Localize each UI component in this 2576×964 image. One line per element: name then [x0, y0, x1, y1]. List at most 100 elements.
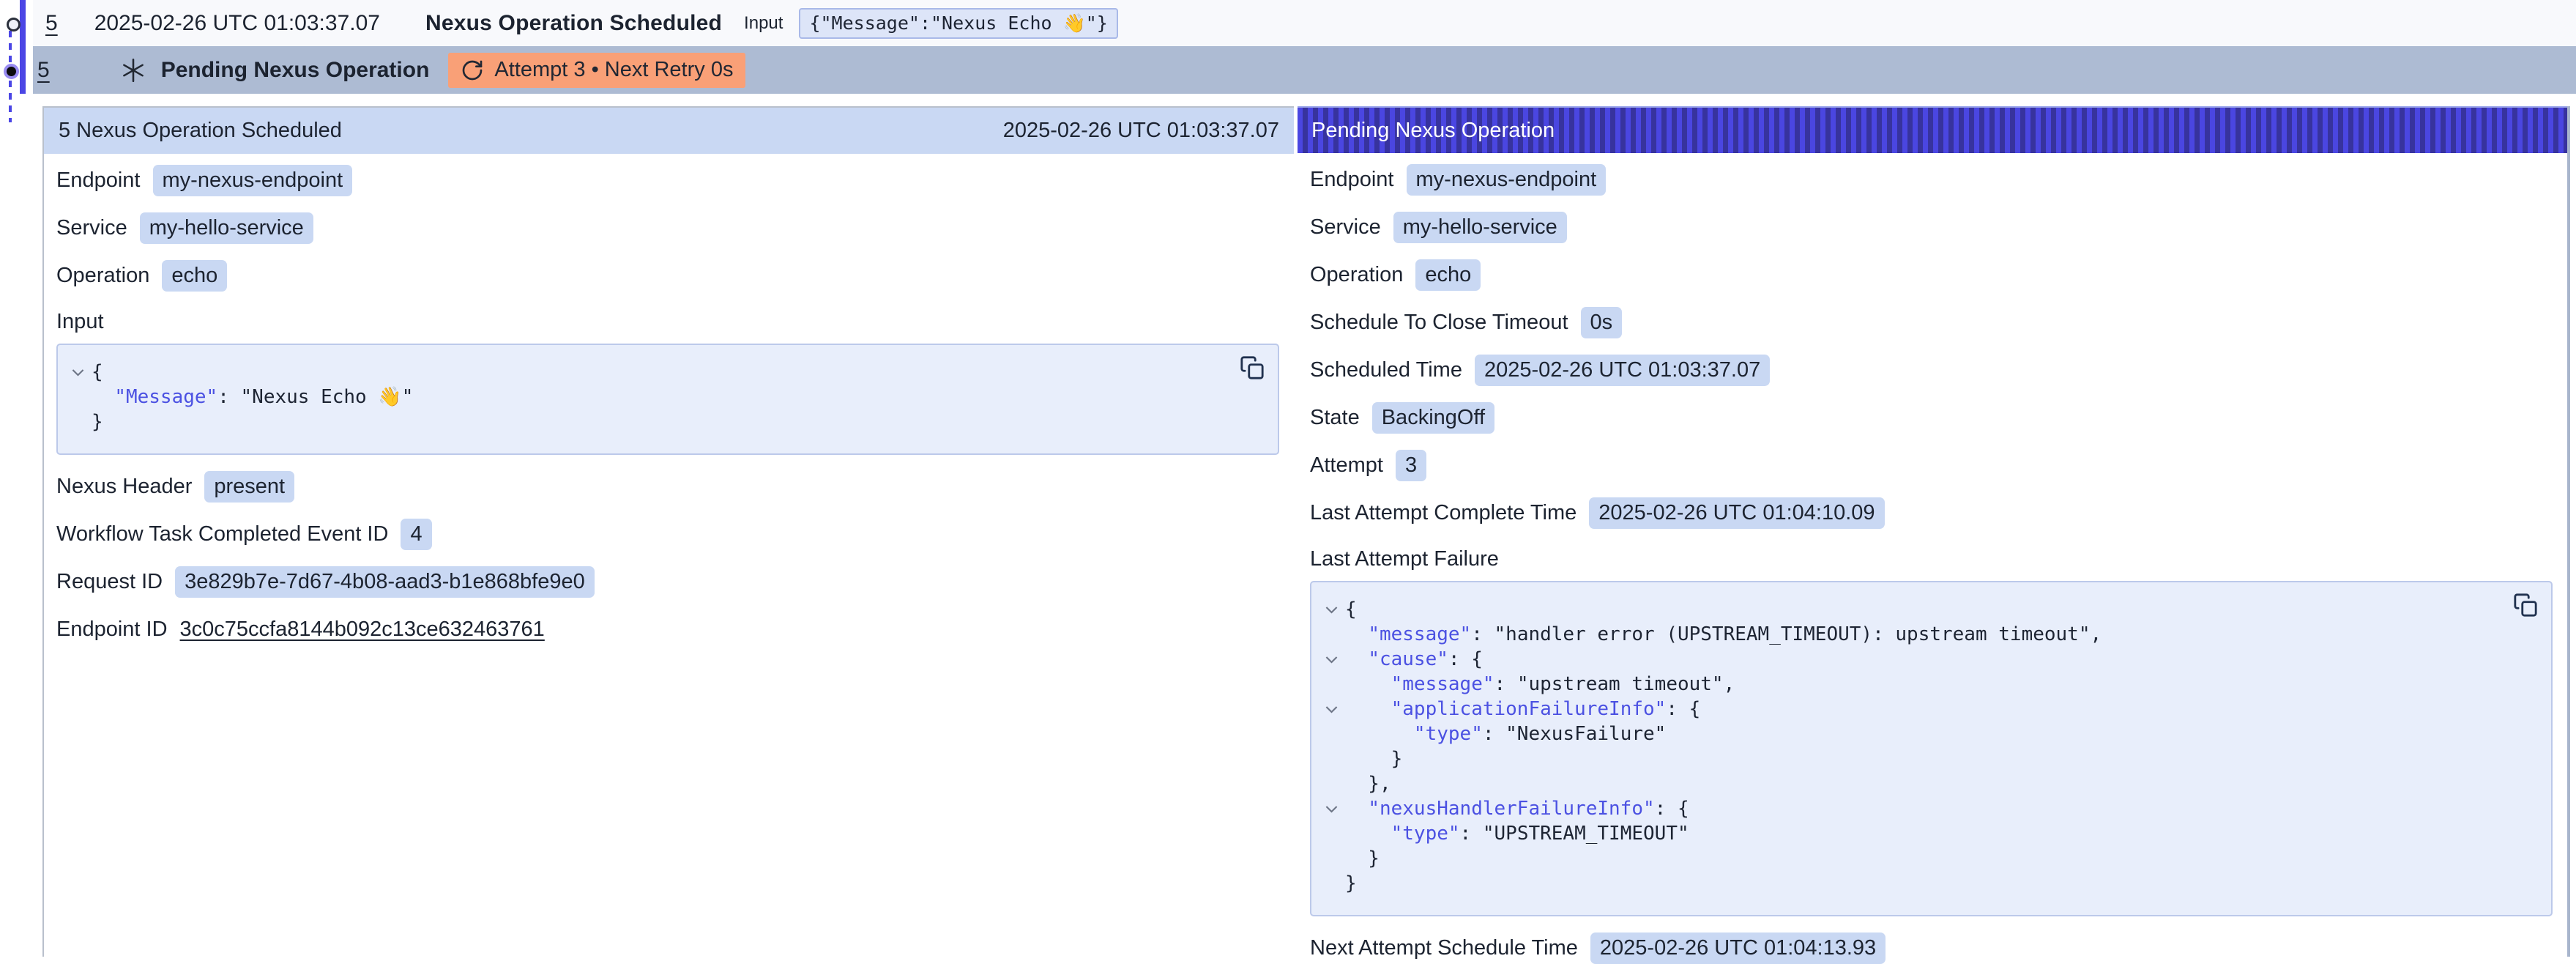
field-label: Nexus Header — [56, 475, 192, 499]
code-text: "type": "UPSTREAM_TIMEOUT" — [1345, 821, 1689, 846]
input-json-block: { "Message": "Nexus Echo 👋"} — [56, 344, 1279, 455]
event-detail-body: Endpoint my-nexus-endpoint Service my-hello… — [44, 164, 1294, 645]
event-marker-filled-circle-icon[interactable] — [4, 64, 19, 79]
copy-icon[interactable] — [1240, 355, 1265, 380]
chevron-down-icon[interactable] — [1317, 656, 1345, 664]
code-text: "message": "handler error (UPSTREAM_TIME… — [1345, 622, 2102, 647]
field-value-badge: 2025-02-26 UTC 01:04:13.93 — [1590, 933, 1886, 964]
field-value-badge: 4 — [401, 519, 431, 550]
retry-icon — [461, 59, 484, 82]
detail-row: Endpoint my-nexus-endpoint — [56, 164, 1279, 196]
field-value-badge: echo — [1415, 259, 1481, 291]
field-value-badge: 3 — [1396, 450, 1426, 481]
code-text: { — [1345, 597, 1357, 622]
detail-row: Last Attempt Failure — [1310, 544, 2553, 574]
field-value-badge: 2025-02-26 UTC 01:03:37.07 — [1475, 355, 1770, 386]
detail-row: Next Attempt Schedule Time2025-02-26 UTC… — [1310, 932, 2553, 964]
pending-operation-body: Endpoint my-nexus-endpoint Servicemy-hello… — [1298, 163, 2567, 964]
code-text: } — [92, 409, 103, 434]
pending-operation-detail-panel: Pending Nexus Operation Endpoint my-nexus… — [1298, 106, 2570, 957]
field-value-badge: 0s — [1581, 307, 1623, 338]
code-line: } — [1317, 846, 2500, 871]
code-text: } — [1345, 746, 1402, 771]
detail-row: Operation echo — [1310, 259, 2553, 291]
detail-row: Service my-hello-service — [56, 212, 1279, 244]
field-label: Schedule To Close Timeout — [1310, 311, 1568, 335]
retry-status-badge: Attempt 3 • Next Retry 0s — [448, 53, 745, 88]
detail-row: Request ID3e829b7e-7d67-4b08-aad3-b1e868… — [56, 566, 1279, 598]
event-detail-title: 5 Nexus Operation Scheduled — [59, 119, 342, 143]
field-label: Operation — [56, 264, 149, 288]
code-text: "type": "NexusFailure" — [1345, 722, 1666, 746]
input-label: Input — [744, 13, 783, 34]
event-id-link[interactable]: 5 — [45, 11, 58, 36]
detail-row: Operation echo — [56, 259, 1279, 292]
pending-nexus-operation-row[interactable]: 5 Pending Nexus Operation Attempt 3 • Ne… — [33, 46, 2576, 94]
field-label: Endpoint — [1310, 168, 1394, 192]
code-line: "type": "NexusFailure" — [1317, 722, 2500, 746]
code-text: "applicationFailureInfo": { — [1345, 697, 1700, 722]
code-text: { — [92, 360, 103, 385]
copy-icon[interactable] — [2513, 593, 2538, 618]
detail-row: Scheduled Time 2025-02-26 UTC 01:03:37.07 — [1310, 354, 2553, 386]
field-value-badge: my-hello-service — [140, 212, 313, 244]
detail-row: Endpoint my-nexus-endpoint — [1310, 163, 2553, 196]
event-detail-panel: 5 Nexus Operation Scheduled 2025-02-26 U… — [42, 106, 1294, 957]
code-line: "type": "UPSTREAM_TIMEOUT" — [1317, 821, 2500, 846]
code-line: "applicationFailureInfo": { — [1317, 697, 2500, 722]
field-label: Scheduled Time — [1310, 358, 1462, 382]
field-label: Input — [56, 310, 104, 334]
code-text: "cause": { — [1345, 647, 1483, 672]
detail-row: Endpoint ID3c0c75ccfa8144b092c13ce632463… — [56, 613, 1279, 645]
event-detail-header: 5 Nexus Operation Scheduled 2025-02-26 U… — [44, 106, 1294, 154]
event-detail-timestamp: 2025-02-26 UTC 01:03:37.07 — [1003, 119, 1279, 143]
pending-operation-header: Pending Nexus Operation — [1298, 106, 2567, 153]
field-label: Request ID — [56, 570, 163, 594]
field-label: Last Attempt Complete Time — [1310, 501, 1577, 525]
detail-row: Workflow Task Completed Event ID 4 — [56, 518, 1279, 550]
field-label: Operation — [1310, 263, 1403, 287]
chevron-down-icon[interactable] — [1317, 805, 1345, 813]
chevron-down-icon[interactable] — [1317, 705, 1345, 713]
code-text: "nexusHandlerFailureInfo": { — [1345, 796, 1689, 821]
field-label: Endpoint — [56, 168, 141, 193]
field-label: State — [1310, 406, 1360, 430]
pending-operation-title: Pending Nexus Operation — [161, 58, 430, 83]
field-label: Workflow Task Completed Event ID — [56, 522, 388, 546]
field-value-badge: 2025-02-26 UTC 01:04:10.09 — [1589, 497, 1884, 529]
code-line: }, — [1317, 771, 2500, 796]
code-line: { — [64, 360, 1226, 385]
selected-event-indicator-bar — [20, 0, 26, 94]
field-value-badge: my-hello-service — [1393, 212, 1567, 243]
code-line: "nexusHandlerFailureInfo": { — [1317, 796, 2500, 821]
chevron-down-icon[interactable] — [1317, 606, 1345, 614]
code-line: } — [1317, 746, 2500, 771]
code-line: } — [1317, 871, 2500, 896]
pending-event-id-link[interactable]: 5 — [37, 58, 50, 83]
code-line: "cause": { — [1317, 647, 2500, 672]
event-row-nexus-operation-scheduled[interactable]: 5 2025-02-26 UTC 01:03:37.07 Nexus Opera… — [33, 0, 2576, 46]
field-value-link[interactable]: 3c0c75ccfa8144b092c13ce632463761 — [180, 618, 545, 642]
code-text: } — [1345, 871, 1357, 896]
asterisk-icon — [120, 57, 146, 84]
workflow-event-history-view: 5 2025-02-26 UTC 01:03:37.07 Nexus Opera… — [0, 0, 2576, 957]
detail-row: Nexus Header present — [56, 470, 1279, 503]
field-value-badge: BackingOff — [1372, 402, 1494, 434]
field-value-badge: my-nexus-endpoint — [153, 165, 353, 196]
event-timestamp: 2025-02-26 UTC 01:03:37.07 — [94, 11, 380, 36]
code-text: "message": "upstream timeout", — [1345, 672, 1735, 697]
field-value-badge: my-nexus-endpoint — [1407, 164, 1607, 196]
chevron-down-icon[interactable] — [64, 368, 92, 377]
detail-row: State BackingOff — [1310, 401, 2553, 434]
event-title: Nexus Operation Scheduled — [425, 11, 722, 36]
code-line: { — [1317, 597, 2500, 622]
code-text: } — [1345, 846, 1380, 871]
code-text: "Message": "Nexus Echo 👋" — [92, 385, 413, 409]
field-value-badge: echo — [162, 260, 227, 292]
code-text: }, — [1345, 771, 1391, 796]
field-value-badge: present — [204, 471, 294, 503]
event-marker-open-circle-icon[interactable] — [7, 18, 21, 31]
field-label: Service — [56, 216, 127, 240]
detail-row: Servicemy-hello-service — [1310, 211, 2553, 243]
field-label: Last Attempt Failure — [1310, 547, 1499, 571]
